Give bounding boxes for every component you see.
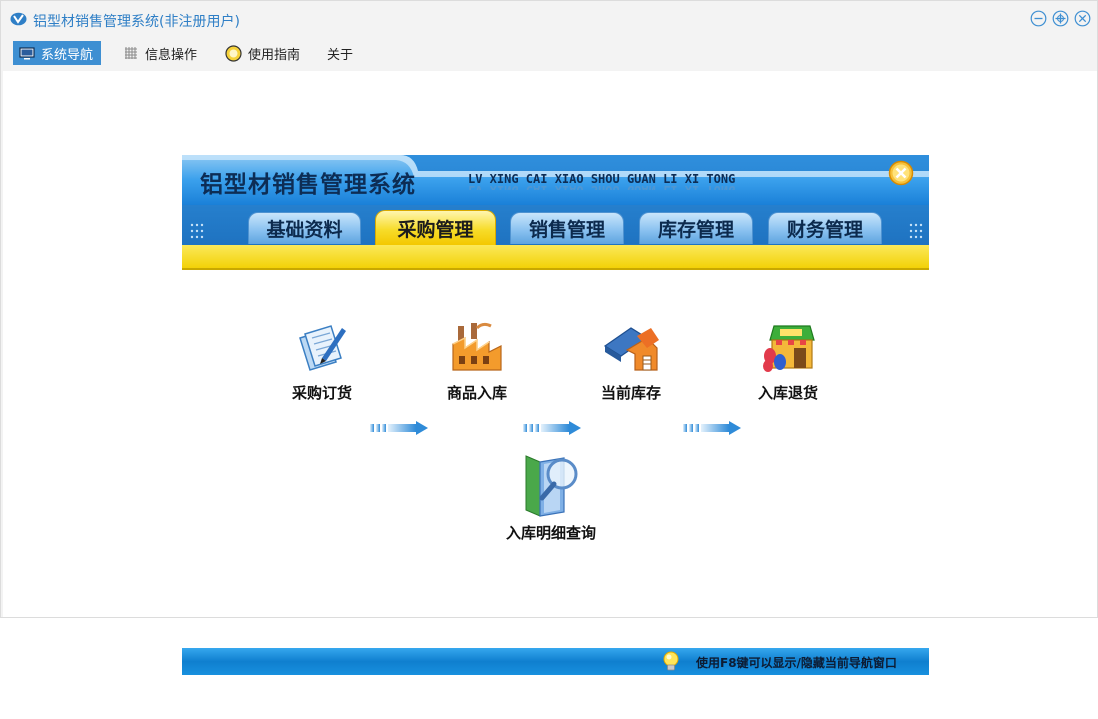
flow-receipt-detail-query[interactable]: 入库明细查询 bbox=[491, 452, 611, 543]
menu-item-user-guide[interactable]: 使用指南 bbox=[225, 41, 300, 65]
flow-goods-receipt[interactable]: 商品入库 bbox=[417, 320, 537, 403]
flow-stock-return[interactable]: 入库退货 bbox=[728, 320, 848, 403]
flow-label: 采购订货 bbox=[291, 384, 352, 402]
nav-hint-bar: 使用F8键可以显示/隐藏当前导航窗口 bbox=[182, 648, 929, 675]
window-title: 铝型材销售管理系统(非注册用户) bbox=[33, 14, 240, 30]
flow-label: 入库明细查询 bbox=[505, 524, 596, 542]
menu-item-label: 信息操作 bbox=[145, 47, 198, 63]
tab-label: 基础资料 bbox=[266, 219, 343, 241]
banner-title: 铝型材销售管理系统 bbox=[200, 172, 416, 198]
grid-icon bbox=[125, 47, 137, 59]
menu-item-info-ops[interactable]: 信息操作 bbox=[124, 41, 197, 65]
app-logo-icon bbox=[10, 12, 27, 26]
factory-icon bbox=[452, 322, 502, 371]
nav-banner: 铝型材销售管理系统 LV XING CAI XIAO SHOU GUAN LI … bbox=[182, 155, 929, 270]
flow-label: 商品入库 bbox=[446, 384, 507, 402]
tab-label: 财务管理 bbox=[786, 219, 863, 241]
navigation-panel: 铝型材销售管理系统 LV XING CAI XIAO SHOU GUAN LI … bbox=[182, 155, 929, 675]
close-panel-icon[interactable] bbox=[888, 160, 914, 186]
flow-label: 入库退货 bbox=[757, 384, 818, 402]
client-area: 铝型材销售管理系统 LV XING CAI XIAO SHOU GUAN LI … bbox=[3, 71, 1097, 675]
tab-label: 库存管理 bbox=[657, 219, 734, 241]
monitor-icon bbox=[19, 46, 35, 59]
help-icon bbox=[225, 44, 242, 62]
minimize-icon[interactable] bbox=[1030, 10, 1047, 27]
flow-purchase-order[interactable]: 采购订货 bbox=[262, 320, 382, 403]
flow-label: 当前库存 bbox=[600, 384, 661, 402]
tab-basic-data[interactable]: 基础资料 bbox=[248, 212, 361, 244]
flow-arrow-icon bbox=[370, 421, 428, 435]
lightbulb-icon bbox=[663, 651, 679, 671]
tab-label: 采购管理 bbox=[397, 218, 474, 241]
menu-item-label: 使用指南 bbox=[248, 47, 301, 63]
menu-item-label: 系统导航 bbox=[41, 47, 94, 63]
flow-arrow-icon bbox=[683, 421, 741, 435]
return-shop-icon bbox=[763, 325, 815, 372]
nav-hint-text: 使用F8键可以显示/隐藏当前导航窗口 bbox=[696, 656, 897, 670]
title-bar: 铝型材销售管理系统(非注册用户) bbox=[1, 1, 1097, 39]
warehouse-icon bbox=[603, 327, 659, 371]
tab-label: 销售管理 bbox=[528, 219, 605, 241]
menu-item-about[interactable]: 关于 bbox=[327, 41, 353, 65]
menu-item-label: 关于 bbox=[327, 47, 354, 63]
maximize-icon[interactable] bbox=[1052, 10, 1069, 27]
close-icon[interactable] bbox=[1074, 10, 1091, 27]
tab-purchase-management[interactable]: 采购管理 bbox=[375, 210, 496, 245]
flow-arrow-icon bbox=[523, 421, 581, 435]
search-folder-icon bbox=[525, 455, 578, 517]
menu-item-system-nav[interactable]: 系统导航 bbox=[13, 41, 102, 65]
menu-bar: 系统导航 信息操作 使用指南 关于 bbox=[1, 41, 1097, 69]
tab-sales-management[interactable]: 销售管理 bbox=[510, 212, 624, 244]
purchase-order-icon bbox=[299, 325, 346, 371]
tab-inventory-management[interactable]: 库存管理 bbox=[639, 212, 753, 244]
tab-finance-management[interactable]: 财务管理 bbox=[768, 212, 882, 244]
flow-current-stock[interactable]: 当前库存 bbox=[571, 320, 691, 403]
app-window: 铝型材销售管理系统(非注册用户) 系统导航 信息操作 使用指南 关于 铝型材销售… bbox=[0, 0, 1098, 675]
